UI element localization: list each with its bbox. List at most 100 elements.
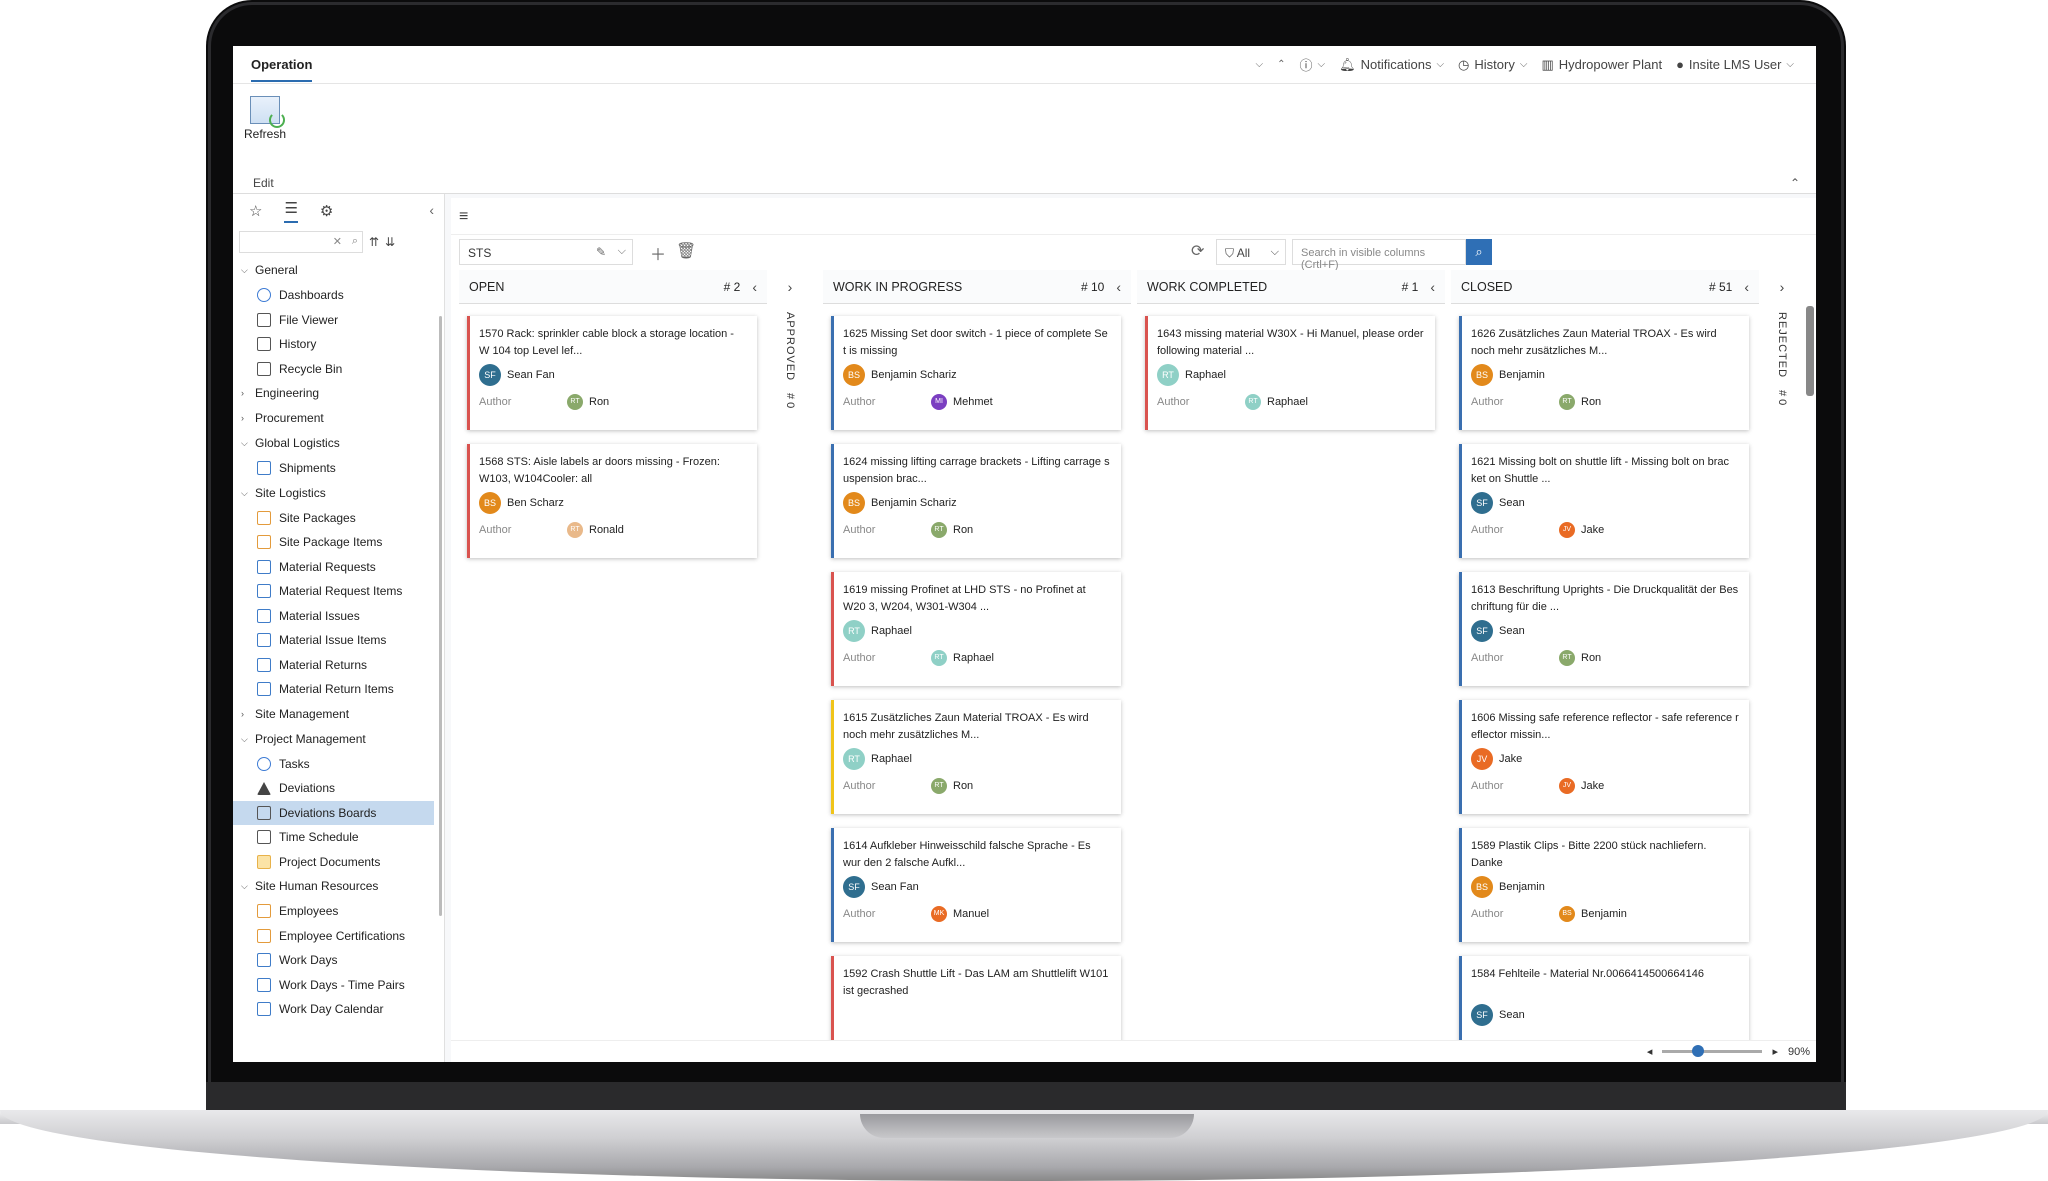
refresh-button[interactable]: Refresh (243, 96, 287, 141)
tree-item[interactable]: Deviations Boards (233, 800, 434, 825)
edit-icon[interactable]: ✎ (596, 245, 606, 259)
search-icon[interactable]: ⌕ (352, 235, 358, 248)
chevron-down-icon[interactable]: ⌵ (241, 727, 249, 752)
collapse-all-icon[interactable]: ⇈ (369, 235, 379, 249)
tab-operation[interactable]: Operation (251, 47, 313, 82)
tree-item[interactable]: Material Returns (233, 653, 444, 678)
zoom-slider[interactable] (1662, 1045, 1763, 1057)
building-icon: ▥ (1541, 56, 1554, 72)
info-menu[interactable]: ⓘ ⌵ (1300, 55, 1326, 74)
project-selector[interactable]: ▥ Hydropower Plant (1541, 57, 1662, 73)
tree-item[interactable]: Work Day Calendar (233, 997, 444, 1022)
filter-all-select[interactable]: ⛉ All ⌵ (1216, 239, 1286, 265)
tree-item[interactable]: Employees (233, 899, 444, 924)
notifications-menu[interactable]: 🔔︎ Notifications ⌵ (1339, 57, 1444, 73)
chevron-right-icon[interactable]: › (241, 406, 249, 431)
expand-column-icon[interactable]: › (1765, 270, 1799, 304)
chevron-right-icon[interactable]: › (241, 381, 249, 406)
chevron-up-icon[interactable]: ⌃ (1277, 59, 1285, 70)
tree-group[interactable]: ⌵ Site Human Resources (233, 874, 444, 899)
search-input[interactable]: Search in visible columns (Crtl+F) (1292, 239, 1466, 271)
board-scrollbar[interactable] (1806, 306, 1814, 396)
column-title: APPROVED (784, 312, 796, 382)
tree-group[interactable]: ⌵ Project Management (233, 727, 444, 752)
chevron-right-icon[interactable]: › (241, 702, 249, 727)
tree-group[interactable]: › Procurement (233, 406, 444, 431)
tree-item[interactable]: Material Requests (233, 555, 444, 580)
deviation-card[interactable]: 1643 missing material W30X - Hi Manuel, … (1145, 316, 1435, 430)
history-menu[interactable]: ◷ History ⌵ (1458, 57, 1527, 73)
deviation-card[interactable]: 1626 Zusätzliches Zaun Material TROAX - … (1459, 316, 1749, 430)
tree-item[interactable]: Dashboards (233, 283, 444, 308)
chevron-down-icon[interactable]: ⌵ (241, 874, 249, 899)
star-icon[interactable]: ☆ (249, 202, 262, 220)
tree-item[interactable]: Material Issue Items (233, 628, 444, 653)
tree-item[interactable]: Project Documents (233, 850, 444, 875)
deviation-card[interactable]: 1614 Aufkleber Hinweisschild falsche Spr… (831, 828, 1121, 942)
column-approved-collapsed[interactable]: › APPROVED # 0 (773, 270, 807, 1058)
tree-group[interactable]: ⌵ General (233, 258, 444, 283)
tree-item[interactable]: Employee Certifications (233, 924, 444, 949)
deviation-card[interactable]: 1570 Rack: sprinkler cable block a stora… (467, 316, 757, 430)
delete-icon[interactable]: 🗑︎ (676, 241, 696, 261)
clear-icon[interactable]: ✕ (333, 235, 342, 248)
collapse-ribbon-icon[interactable]: ⌃ (1790, 176, 1800, 190)
assignee-avatar: SF (1471, 1004, 1493, 1026)
tree-item[interactable]: Material Issues (233, 604, 444, 629)
chevron-down-icon[interactable]: ⌵ (1256, 59, 1264, 70)
tree-item[interactable]: Recycle Bin (233, 357, 444, 382)
tree-item[interactable]: History (233, 332, 444, 357)
tree-item[interactable]: Work Days (233, 948, 444, 973)
collapse-column-icon[interactable]: ‹ (1116, 279, 1121, 295)
chevron-down-icon[interactable]: ⌵ (241, 481, 249, 506)
scroll-left-icon[interactable]: ◂ (1647, 1045, 1653, 1058)
column-rejected-collapsed[interactable]: › REJECTED # 0 (1765, 270, 1799, 1058)
collapse-sidebar-icon[interactable]: ‹ (429, 202, 434, 218)
tree-group[interactable]: › Site Management (233, 702, 444, 727)
tree-item[interactable]: Site Packages (233, 506, 444, 531)
deviation-card[interactable]: 1615 Zusätzliches Zaun Material TROAX - … (831, 700, 1121, 814)
tree-item[interactable]: File Viewer (233, 308, 444, 333)
sidebar-scrollbar[interactable] (439, 316, 442, 916)
settings-icon[interactable]: ⚙ (320, 202, 333, 220)
zoom-slider-handle[interactable] (1692, 1045, 1705, 1057)
deviation-card[interactable]: 1624 missing lifting carrage brackets - … (831, 444, 1121, 558)
menu-icon[interactable]: ≡ (459, 208, 468, 226)
tree-item[interactable]: Work Days - Time Pairs (233, 973, 444, 998)
chevron-down-icon[interactable]: ⌵ (241, 431, 249, 456)
chevron-down-icon[interactable]: ⌵ (618, 245, 626, 258)
tree-item[interactable]: Tasks (233, 752, 444, 777)
author-label: Author (843, 780, 876, 792)
collapse-column-icon[interactable]: ‹ (752, 279, 757, 295)
deviation-card[interactable]: 1625 Missing Set door switch - 1 piece o… (831, 316, 1121, 430)
tree-item[interactable]: Time Schedule (233, 825, 444, 850)
tree-item[interactable]: Shipments (233, 456, 444, 481)
add-icon[interactable]: ＋ (650, 241, 666, 265)
tree-group[interactable]: ⌵ Global Logistics (233, 431, 444, 456)
expand-all-icon[interactable]: ⇊ (385, 235, 395, 249)
list-icon[interactable]: ☰ (284, 199, 298, 223)
deviation-card[interactable]: 1619 missing Profinet at LHD STS - no Pr… (831, 572, 1121, 686)
deviation-card[interactable]: 1568 STS: Aisle labels ar doors missing … (467, 444, 757, 558)
scroll-right-icon[interactable]: ▸ (1772, 1045, 1778, 1058)
chevron-down-icon[interactable]: ⌵ (241, 258, 249, 283)
deviation-card[interactable]: 1606 Missing safe reference reflector - … (1459, 700, 1749, 814)
tree-group[interactable]: ⌵ Site Logistics (233, 481, 444, 506)
deviation-card[interactable]: 1621 Missing bolt on shuttle lift - Miss… (1459, 444, 1749, 558)
board-filter-select[interactable]: STS ✎ ⌵ (459, 239, 633, 265)
tree-item[interactable]: Material Request Items (233, 579, 444, 604)
search-button[interactable]: ⌕ (1466, 239, 1492, 265)
tree-item[interactable]: Material Return Items (233, 677, 444, 702)
expand-column-icon[interactable]: › (773, 270, 807, 304)
collapse-column-icon[interactable]: ‹ (1430, 279, 1435, 295)
reload-icon[interactable]: ⟳ (1191, 241, 1204, 261)
deviation-card[interactable]: 1589 Plastik Clips - Bitte 2200 stück na… (1459, 828, 1749, 942)
deviation-card[interactable]: 1613 Beschriftung Uprights - Die Druckqu… (1459, 572, 1749, 686)
collapse-column-icon[interactable]: ‹ (1744, 279, 1749, 295)
user-menu[interactable]: ● Insite LMS User ⌵ (1676, 57, 1794, 72)
tree-item[interactable]: Deviations (233, 776, 444, 801)
tree-search-input[interactable]: ✕ ⌕ (239, 231, 363, 253)
tree-group[interactable]: › Engineering (233, 381, 444, 406)
tree-item[interactable]: Site Package Items (233, 530, 444, 555)
card-title: 1615 Zusätzliches Zaun Material TROAX - … (843, 712, 1089, 741)
